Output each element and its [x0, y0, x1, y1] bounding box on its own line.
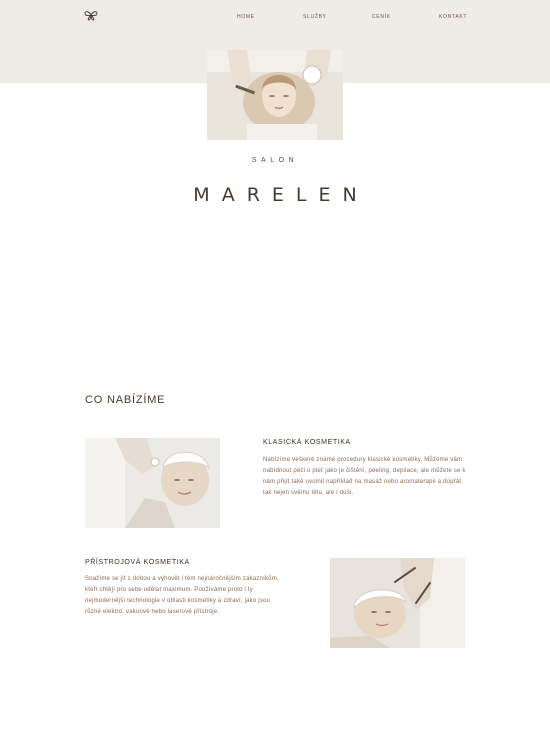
service-title-classic: KLASICKÁ KOSMETIKA [263, 439, 351, 446]
section-heading: CO NABÍZÍME [85, 394, 166, 406]
nav-sluzby[interactable]: SLUŽBY [303, 14, 327, 20]
nav-kontakt[interactable]: KONTAKT [439, 14, 467, 20]
service-text-classic: Nabízíme veškeré známé procedury klasick… [263, 457, 466, 496]
service-text-device: Snažíme se jít s dobou a vyhovět i těm n… [85, 576, 279, 615]
service-photo-device [330, 558, 465, 648]
nav-cenik[interactable]: CENÍK [372, 14, 391, 20]
salon-label: SALON [251, 157, 299, 164]
service-photo-classic [85, 438, 220, 528]
hero-photo [207, 50, 343, 140]
brand-title: MARELEN [193, 184, 369, 206]
nav-home[interactable]: HOME [237, 14, 255, 20]
butterfly-logo-icon[interactable] [84, 10, 98, 21]
service-title-device: PŘÍSTROJOVÁ KOSMETIKA [85, 559, 190, 566]
